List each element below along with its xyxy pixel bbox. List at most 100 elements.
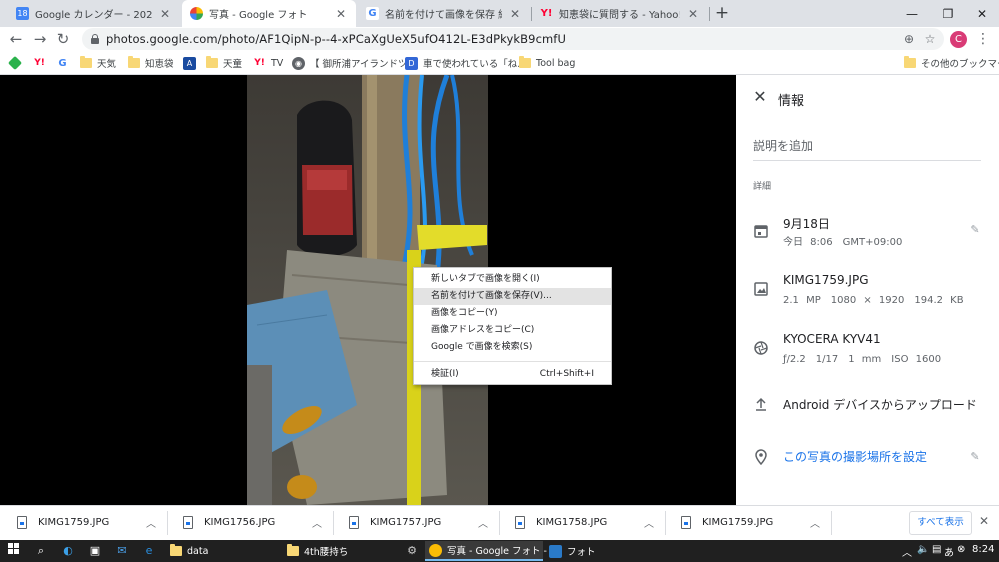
details-heading: 詳細	[753, 182, 772, 192]
download-filename: KIMG1757.JPG	[370, 517, 442, 528]
close-icon[interactable]: ✕	[686, 7, 700, 21]
app-icon[interactable]: ⚙	[404, 543, 420, 559]
bookmark-tool-bag[interactable]: Tool bag	[519, 55, 575, 71]
close-icon[interactable]: ✕	[508, 7, 522, 21]
folder-icon	[170, 544, 182, 556]
notification-icon[interactable]: ⊗	[957, 544, 965, 555]
file-icon	[17, 516, 27, 529]
download-filename: KIMG1759.JPG	[38, 517, 110, 528]
menu-item-label: 画像アドレスをコピー(C)	[431, 325, 535, 335]
camera-meta-text: ƒ/2.2 1/17 1 mm ISO 1600	[783, 354, 942, 365]
tab-title: Google カレンダー - 2020年 9月 18	[35, 10, 152, 21]
chevron-up-icon[interactable]: ︿	[810, 515, 820, 530]
taskbar-app-chrome[interactable]: 写真 - Google フォト - ...	[425, 541, 559, 561]
search-icon[interactable]: ⌕	[33, 543, 49, 559]
bookmark-translate[interactable]: A	[183, 55, 196, 71]
download-filename: KIMG1759.JPG	[702, 517, 774, 528]
lock-icon[interactable]	[91, 34, 99, 44]
mail-icon[interactable]: ✉	[114, 543, 130, 559]
doc-icon: D	[405, 56, 418, 70]
internet-explorer-icon[interactable]: e	[141, 543, 157, 559]
new-tab-button[interactable]: +	[713, 4, 731, 22]
bookmark-tendo[interactable]: 天童	[206, 55, 242, 71]
download-item[interactable]: KIMG1759.JPG ︿	[2, 511, 168, 535]
close-icon[interactable]: ✕	[158, 7, 172, 21]
edit-pencil-icon[interactable]: ✎	[968, 450, 982, 464]
download-item[interactable]: KIMG1757.JPG ︿	[334, 511, 500, 535]
chevron-up-icon[interactable]: ︿	[644, 515, 654, 530]
chevron-up-icon[interactable]: ︿	[312, 515, 322, 530]
bookmark-car-article[interactable]: D 車で使われている「ね...	[405, 55, 526, 71]
bookmark-other[interactable]: その他のブックマーク	[904, 55, 999, 71]
aperture-icon	[754, 341, 768, 355]
tab-calendar[interactable]: 18 Google カレンダー - 2020年 9月 18 ✕	[8, 0, 180, 27]
chevron-up-icon[interactable]: ︿	[478, 515, 488, 530]
chevron-up-icon[interactable]: ︿	[902, 544, 912, 559]
menu-item-inspect[interactable]: 検証(I) Ctrl+Shift+I	[414, 366, 611, 383]
close-icon[interactable]: ✕	[334, 7, 348, 21]
show-all-button[interactable]: すべて表示	[909, 511, 972, 535]
download-item[interactable]: KIMG1756.JPG ︿	[168, 511, 334, 535]
bookmark-label: その他のブックマーク	[921, 59, 999, 70]
menu-item-save-image-as[interactable]: 名前を付けて画像を保存(V)...	[414, 288, 611, 305]
chevron-up-icon[interactable]: ︿	[146, 515, 156, 530]
menu-item-copy-image[interactable]: 画像をコピー(Y)	[414, 305, 611, 322]
taskbar-app-data[interactable]: data	[166, 541, 278, 561]
forward-button[interactable]: →	[30, 29, 50, 49]
tab-strip: 18 Google カレンダー - 2020年 9月 18 ✕ 写真 - Goo…	[0, 0, 999, 27]
close-icon[interactable]: ✕	[979, 514, 989, 528]
ime-icon[interactable]: あ	[944, 544, 954, 559]
menu-item-search-google[interactable]: Google で画像を検索(S)	[414, 339, 611, 356]
date-text: 9月18日	[783, 217, 830, 231]
edit-pencil-icon[interactable]: ✎	[968, 223, 982, 237]
bookmark-feedly[interactable]	[7, 55, 23, 71]
bookmark-chiebukuro[interactable]: 知恵袋	[128, 55, 174, 71]
location-pin-icon	[755, 449, 767, 465]
network-icon[interactable]: ▤	[932, 544, 941, 555]
translate-icon: A	[183, 56, 196, 70]
clock-text[interactable]: 8:24	[972, 544, 994, 555]
zoom-icon[interactable]: ⊕	[901, 31, 917, 47]
tab-title: 写真 - Google フォト	[209, 10, 308, 21]
edge-icon[interactable]: ◐	[60, 543, 76, 559]
taskbar-app-4th[interactable]: 4th腰持ち	[283, 541, 395, 561]
globe-icon: ◉	[292, 56, 305, 70]
menu-item-open-image-new-tab[interactable]: 新しいタブで画像を開く(I)	[414, 271, 611, 288]
back-button[interactable]: ←	[6, 29, 26, 49]
taskbar-app-label: 写真 - Google フォト - ...	[447, 546, 560, 557]
profile-avatar[interactable]: C	[950, 31, 967, 48]
menu-item-copy-image-address[interactable]: 画像アドレスをコピー(C)	[414, 322, 611, 339]
bookmark-tenki[interactable]: 天気	[80, 55, 116, 71]
store-icon[interactable]: ▣	[87, 543, 103, 559]
tab-google-photos[interactable]: 写真 - Google フォト ✕	[182, 0, 356, 27]
bookmark-goshoura[interactable]: ◉ 【 御所浦アイランドツ...	[292, 55, 417, 71]
bookmark-google[interactable]: G	[56, 55, 69, 71]
reload-button[interactable]: ↻	[53, 29, 73, 49]
windows-start-icon[interactable]	[6, 543, 22, 559]
tab-title: 知恵袋に質問する - Yahoo!知恵袋	[559, 10, 680, 21]
taskbar-app-photos[interactable]: フォト	[545, 541, 645, 561]
download-item[interactable]: KIMG1758.JPG ︿	[500, 511, 666, 535]
close-icon[interactable]: ✕	[752, 89, 768, 105]
close-window-button[interactable]: ✕	[962, 0, 999, 27]
tab-yahoo-chiebukuro[interactable]: Y! 知恵袋に質問する - Yahoo!知恵袋 ✕	[532, 0, 708, 27]
bookmark-star-icon[interactable]: ☆	[922, 31, 938, 47]
volume-icon[interactable]: 🔈	[917, 544, 929, 555]
description-input[interactable]: 説明を追加	[753, 137, 981, 161]
tab-save-image[interactable]: G 名前を付けて画像を保存 縮小 - Go ✕	[358, 0, 530, 27]
taskbar-app-label: 4th腰持ち	[304, 547, 349, 558]
set-location-link[interactable]: この写真の撮影場所を設定	[783, 448, 927, 465]
yahoo-icon: Y!	[254, 58, 265, 68]
yahoo-icon: Y!	[540, 8, 553, 19]
google-photos-icon	[190, 7, 203, 20]
bookmark-label: 天童	[223, 59, 243, 70]
chrome-menu-icon[interactable]: ⋮	[976, 30, 990, 48]
address-bar[interactable]: photos.google.com/photo/AF1QipN-p--4-xPC…	[82, 28, 944, 50]
bookmark-tv[interactable]: Y! TV	[253, 55, 283, 71]
bookmark-yahoo[interactable]: Y!	[33, 55, 46, 71]
feedly-icon	[7, 55, 23, 71]
google-icon: G	[366, 7, 379, 20]
url-text[interactable]: photos.google.com/photo/AF1QipN-p--4-xPC…	[106, 32, 566, 46]
minimize-button[interactable]: —	[892, 0, 932, 27]
download-item[interactable]: KIMG1759.JPG ︿	[666, 511, 832, 535]
